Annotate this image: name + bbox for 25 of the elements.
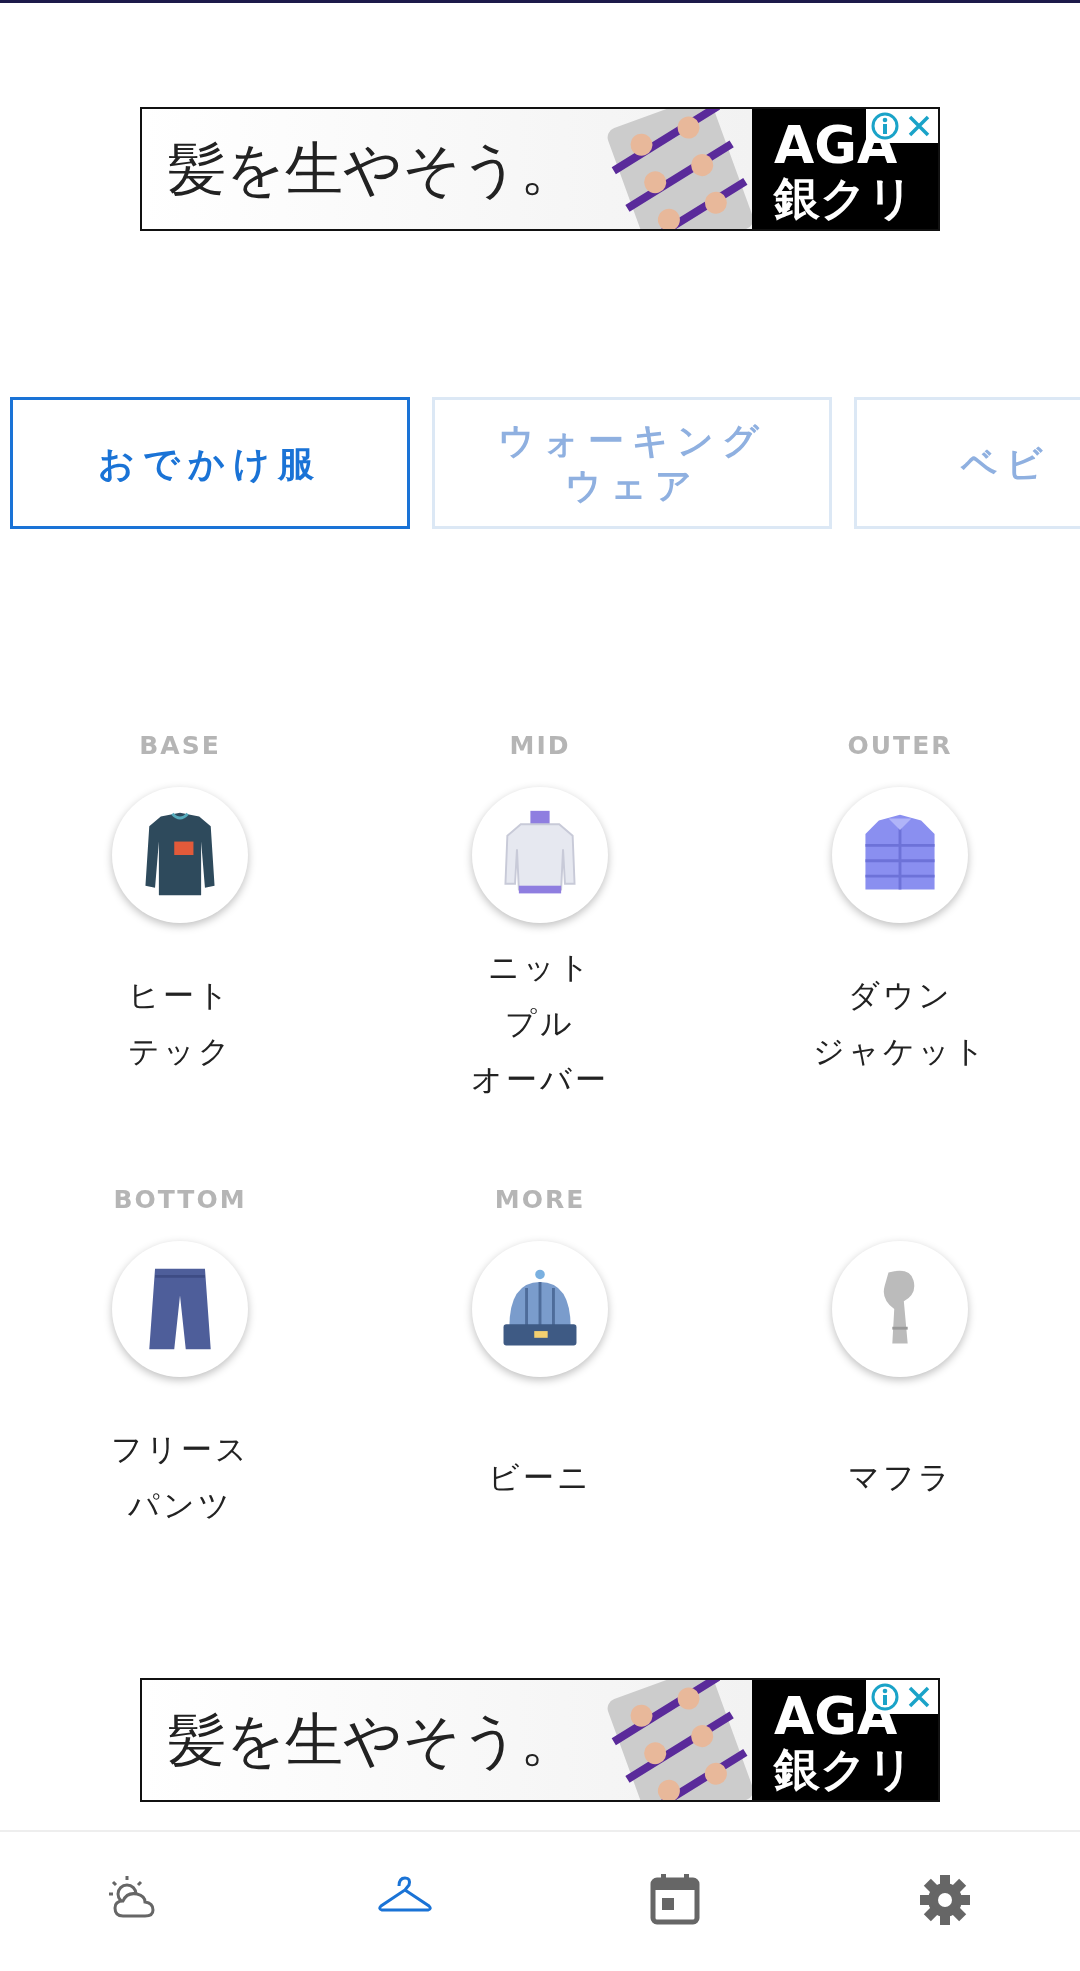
clothing-name-line: ニット	[487, 948, 593, 987]
category-label: BOTTOM	[113, 1185, 247, 1215]
clothing-button[interactable]	[472, 1241, 608, 1377]
clothing-name-line: プル	[505, 1004, 575, 1043]
clothing-name-line: ビーニ	[488, 1458, 592, 1497]
clothing-name-line: ダウン	[847, 976, 953, 1015]
category-label: BASE	[139, 731, 221, 761]
ad-headline: 髪を生やそう。	[167, 1704, 578, 1776]
category-tab[interactable]: おでかけ服	[10, 397, 410, 529]
category-label: MORE	[494, 1185, 586, 1215]
clothing-name-line: フリース	[110, 1430, 250, 1469]
clothing-button[interactable]	[112, 1241, 248, 1377]
clothing-name-line: オーバー	[471, 1060, 609, 1099]
clothing-name-line: ジャケット	[812, 1032, 988, 1071]
ad-headline: 髪を生やそう。	[167, 133, 578, 205]
ad-brand-subtitle: 銀クリ	[774, 1746, 914, 1792]
clothing-name-line: テック	[127, 1032, 233, 1071]
ad-brand-subtitle: 銀クリ	[774, 175, 914, 221]
clothing-name-line: ヒート	[128, 976, 232, 1015]
category-label: OUTER	[847, 731, 953, 761]
clothing-name-line: パンツ	[127, 1486, 233, 1525]
clothing-button[interactable]	[112, 787, 248, 923]
category-label: MID	[509, 731, 571, 761]
clothing-button[interactable]	[832, 787, 968, 923]
clothing-name-line: マフラ	[847, 1458, 953, 1497]
